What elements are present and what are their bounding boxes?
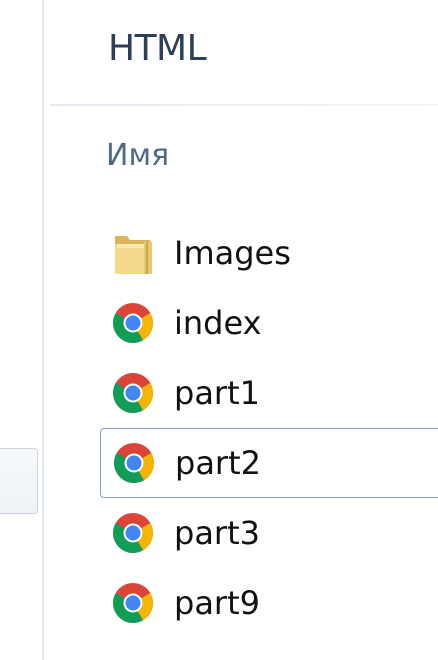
chrome-icon bbox=[110, 510, 156, 556]
file-label: Images bbox=[174, 234, 291, 272]
file-label: part3 bbox=[174, 514, 260, 552]
chrome-icon bbox=[110, 370, 156, 416]
file-item-index[interactable]: index bbox=[100, 288, 438, 358]
chrome-icon bbox=[110, 580, 156, 626]
explorer-window: HTML Имя Images index part1 part2 part3 … bbox=[0, 0, 438, 660]
navigation-pane-selected-item[interactable] bbox=[0, 448, 38, 514]
file-label: part1 bbox=[174, 374, 260, 412]
file-label: part9 bbox=[174, 584, 260, 622]
file-label: index bbox=[174, 304, 262, 342]
file-list: Images index part1 part2 part3 part9 bbox=[100, 218, 438, 638]
folder-title: HTML bbox=[108, 28, 207, 69]
navigation-pane-divider[interactable] bbox=[42, 0, 44, 660]
file-item-part3[interactable]: part3 bbox=[100, 498, 438, 568]
chrome-icon bbox=[111, 440, 157, 486]
column-header-name[interactable]: Имя bbox=[106, 138, 169, 173]
file-item-part1[interactable]: part1 bbox=[100, 358, 438, 428]
file-item-images[interactable]: Images bbox=[100, 218, 438, 288]
file-item-part9[interactable]: part9 bbox=[100, 568, 438, 638]
header-divider bbox=[50, 104, 438, 106]
chrome-icon bbox=[110, 300, 156, 346]
file-label: part2 bbox=[175, 444, 261, 482]
folder-icon bbox=[110, 230, 156, 276]
file-item-part2[interactable]: part2 bbox=[100, 428, 438, 498]
